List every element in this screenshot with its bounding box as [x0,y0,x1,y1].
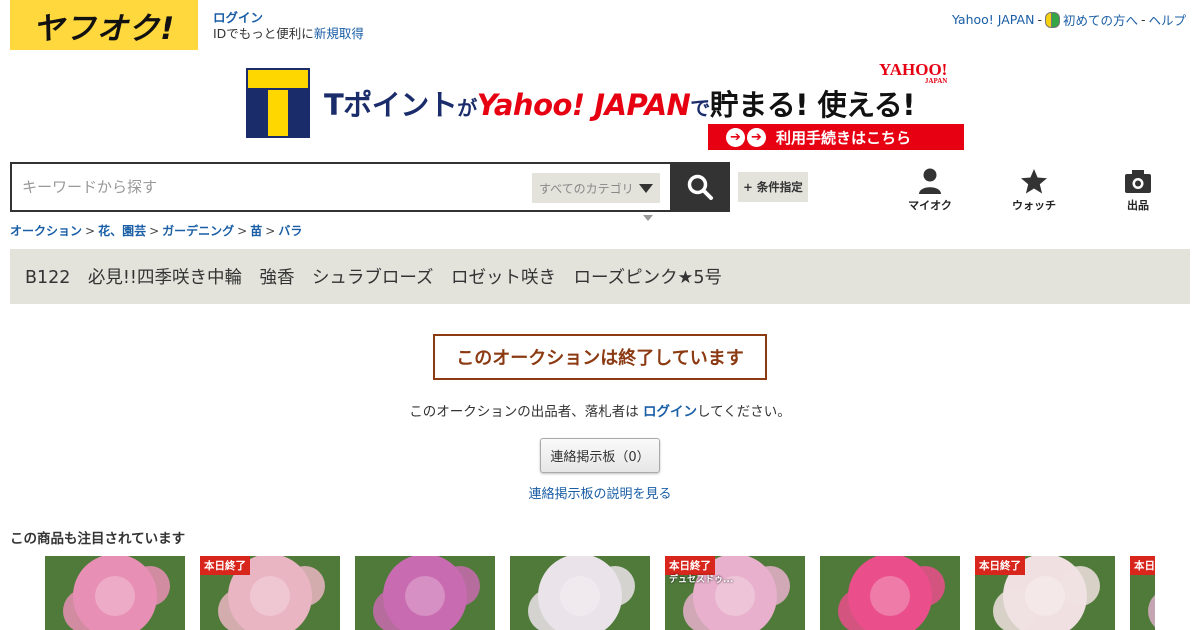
login-block: ログイン IDでもっと便利に新規取得 [213,10,364,42]
ending-today-badge: 本日終了 [975,556,1025,575]
caret-down-icon [643,215,653,221]
breadcrumb-sep: > [265,224,276,238]
cta-arrows-icon: ➔ ➔ [726,127,766,147]
id-promo: IDでもっと便利に新規取得 [213,26,364,41]
banner-cta-button[interactable]: ➔ ➔ 利用手続きはこちら [708,124,964,150]
product-thumbnail [820,556,960,630]
product-thumbnail [355,556,495,630]
first-time-link[interactable]: 初めての方へ [1063,10,1138,29]
my-auction-label: マイオク [908,199,952,212]
contact-board-button[interactable]: 連絡掲示板（0） [540,438,660,473]
beginner-mark-icon [1044,12,1060,28]
banner-text-de: で [690,96,710,120]
category-select-label: すべてのカテゴリ [539,181,634,196]
my-auction-nav[interactable]: マイオク [900,168,960,213]
login-link[interactable]: ログイン [213,10,364,26]
login-message-link[interactable]: ログイン [643,404,697,420]
item-title: B122 必見!!四季咲き中輪 強香 シュラブローズ ロゼット咲き ローズピンク… [25,268,723,288]
cta-label: 利用手続きはこちら [776,128,912,147]
product-thumbnail [510,556,650,630]
breadcrumb-item[interactable]: ガーデニング [162,224,234,238]
banner-text-yahoo: Yahoo! JAPAN [476,88,691,122]
banner-text-tpoint: Tポイント [324,88,458,122]
recommend-item[interactable]: 本日終了 [200,556,340,630]
ending-today-badge: 本日終了 [200,556,250,575]
watch-nav[interactable]: ウォッチ [1004,168,1064,213]
auction-ended-notice: このオークションは終了しています [433,334,767,380]
login-message-before: このオークションの出品者、落札者は [409,404,644,420]
signup-link[interactable]: 新規取得 [314,26,364,41]
breadcrumb-sep: > [149,224,160,238]
tpoint-banner[interactable]: TポイントがYahoo! JAPANで貯まる! 使える! YAHOO! JAPA… [246,61,966,152]
login-message: このオークションの出品者、落札者は ログインしてください。 [0,400,1200,420]
tpoint-card-icon [246,68,310,138]
recommend-list: 本日終了 本日終了デュセスドゥ... 本日終了 本日終了 [45,556,1155,630]
thumbnail-caption: デュセスドゥ... [669,575,734,585]
yahoo-japan-link[interactable]: Yahoo! JAPAN [952,12,1034,27]
breadcrumb-sep: > [85,224,96,238]
product-thumbnail [45,556,185,630]
search-icon [687,174,713,200]
top-link-sep: - [1037,12,1042,27]
recommend-item[interactable] [820,556,960,630]
category-select[interactable]: すべてのカテゴリ [532,173,660,203]
chevron-down-icon [639,184,653,193]
yahuoku-logo[interactable]: ヤフオク! [10,0,198,50]
recommend-item[interactable]: 本日終了 [975,556,1115,630]
recommend-item[interactable]: 本日終了 デュセスドゥ... [665,556,805,630]
search-box: すべてのカテゴリ [10,162,670,212]
top-link-sep: - [1140,12,1146,27]
logo-text: ヤフオク! [32,10,176,47]
banner-headline: TポイントがYahoo! JAPANで貯まる! 使える! [324,82,915,124]
recommend-item[interactable]: 本日終了 [1130,556,1155,630]
recommend-item[interactable] [45,556,185,630]
recommend-title: この商品も注目されています [10,531,186,547]
yahoo-japan-logo: YAHOO! JAPAN [879,61,947,85]
advanced-search-button[interactable]: + 条件指定 [738,172,808,202]
id-promo-text: IDでもっと便利に [213,26,314,41]
contact-board-help-link[interactable]: 連絡掲示板の説明を見る [0,483,1200,502]
item-title-bar: B122 必見!!四季咲き中輪 強香 シュラブローズ ロゼット咲き ローズピンク… [10,249,1190,304]
breadcrumb-item[interactable]: バラ [278,224,302,238]
breadcrumb-item[interactable]: オークション [10,224,82,238]
top-links: Yahoo! JAPAN - 初めての方へ - ヘルプ [952,10,1186,29]
user-icon [919,168,941,194]
banner-text-tamaru: 貯まる! 使える! [709,88,916,122]
sell-label: 出品 [1127,199,1149,212]
star-icon [1021,169,1047,194]
ending-today-badge: 本日終了 [1130,556,1155,575]
login-message-after: してください。 [697,404,791,420]
breadcrumb-sep: > [237,224,248,238]
search-input[interactable] [22,174,522,200]
search-button[interactable] [670,162,730,212]
recommend-item[interactable] [510,556,650,630]
watch-label: ウォッチ [1012,199,1056,212]
camera-icon [1125,170,1151,193]
help-link[interactable]: ヘルプ [1148,10,1186,29]
breadcrumb: オークション > 花、園芸 > ガーデニング > 苗 > バラ [10,222,302,239]
sell-nav[interactable]: 出品 [1108,168,1168,213]
breadcrumb-item[interactable]: 花、園芸 [98,224,146,238]
recommend-item[interactable] [355,556,495,630]
banner-text-ga: が [457,96,477,120]
breadcrumb-item[interactable]: 苗 [250,224,262,238]
